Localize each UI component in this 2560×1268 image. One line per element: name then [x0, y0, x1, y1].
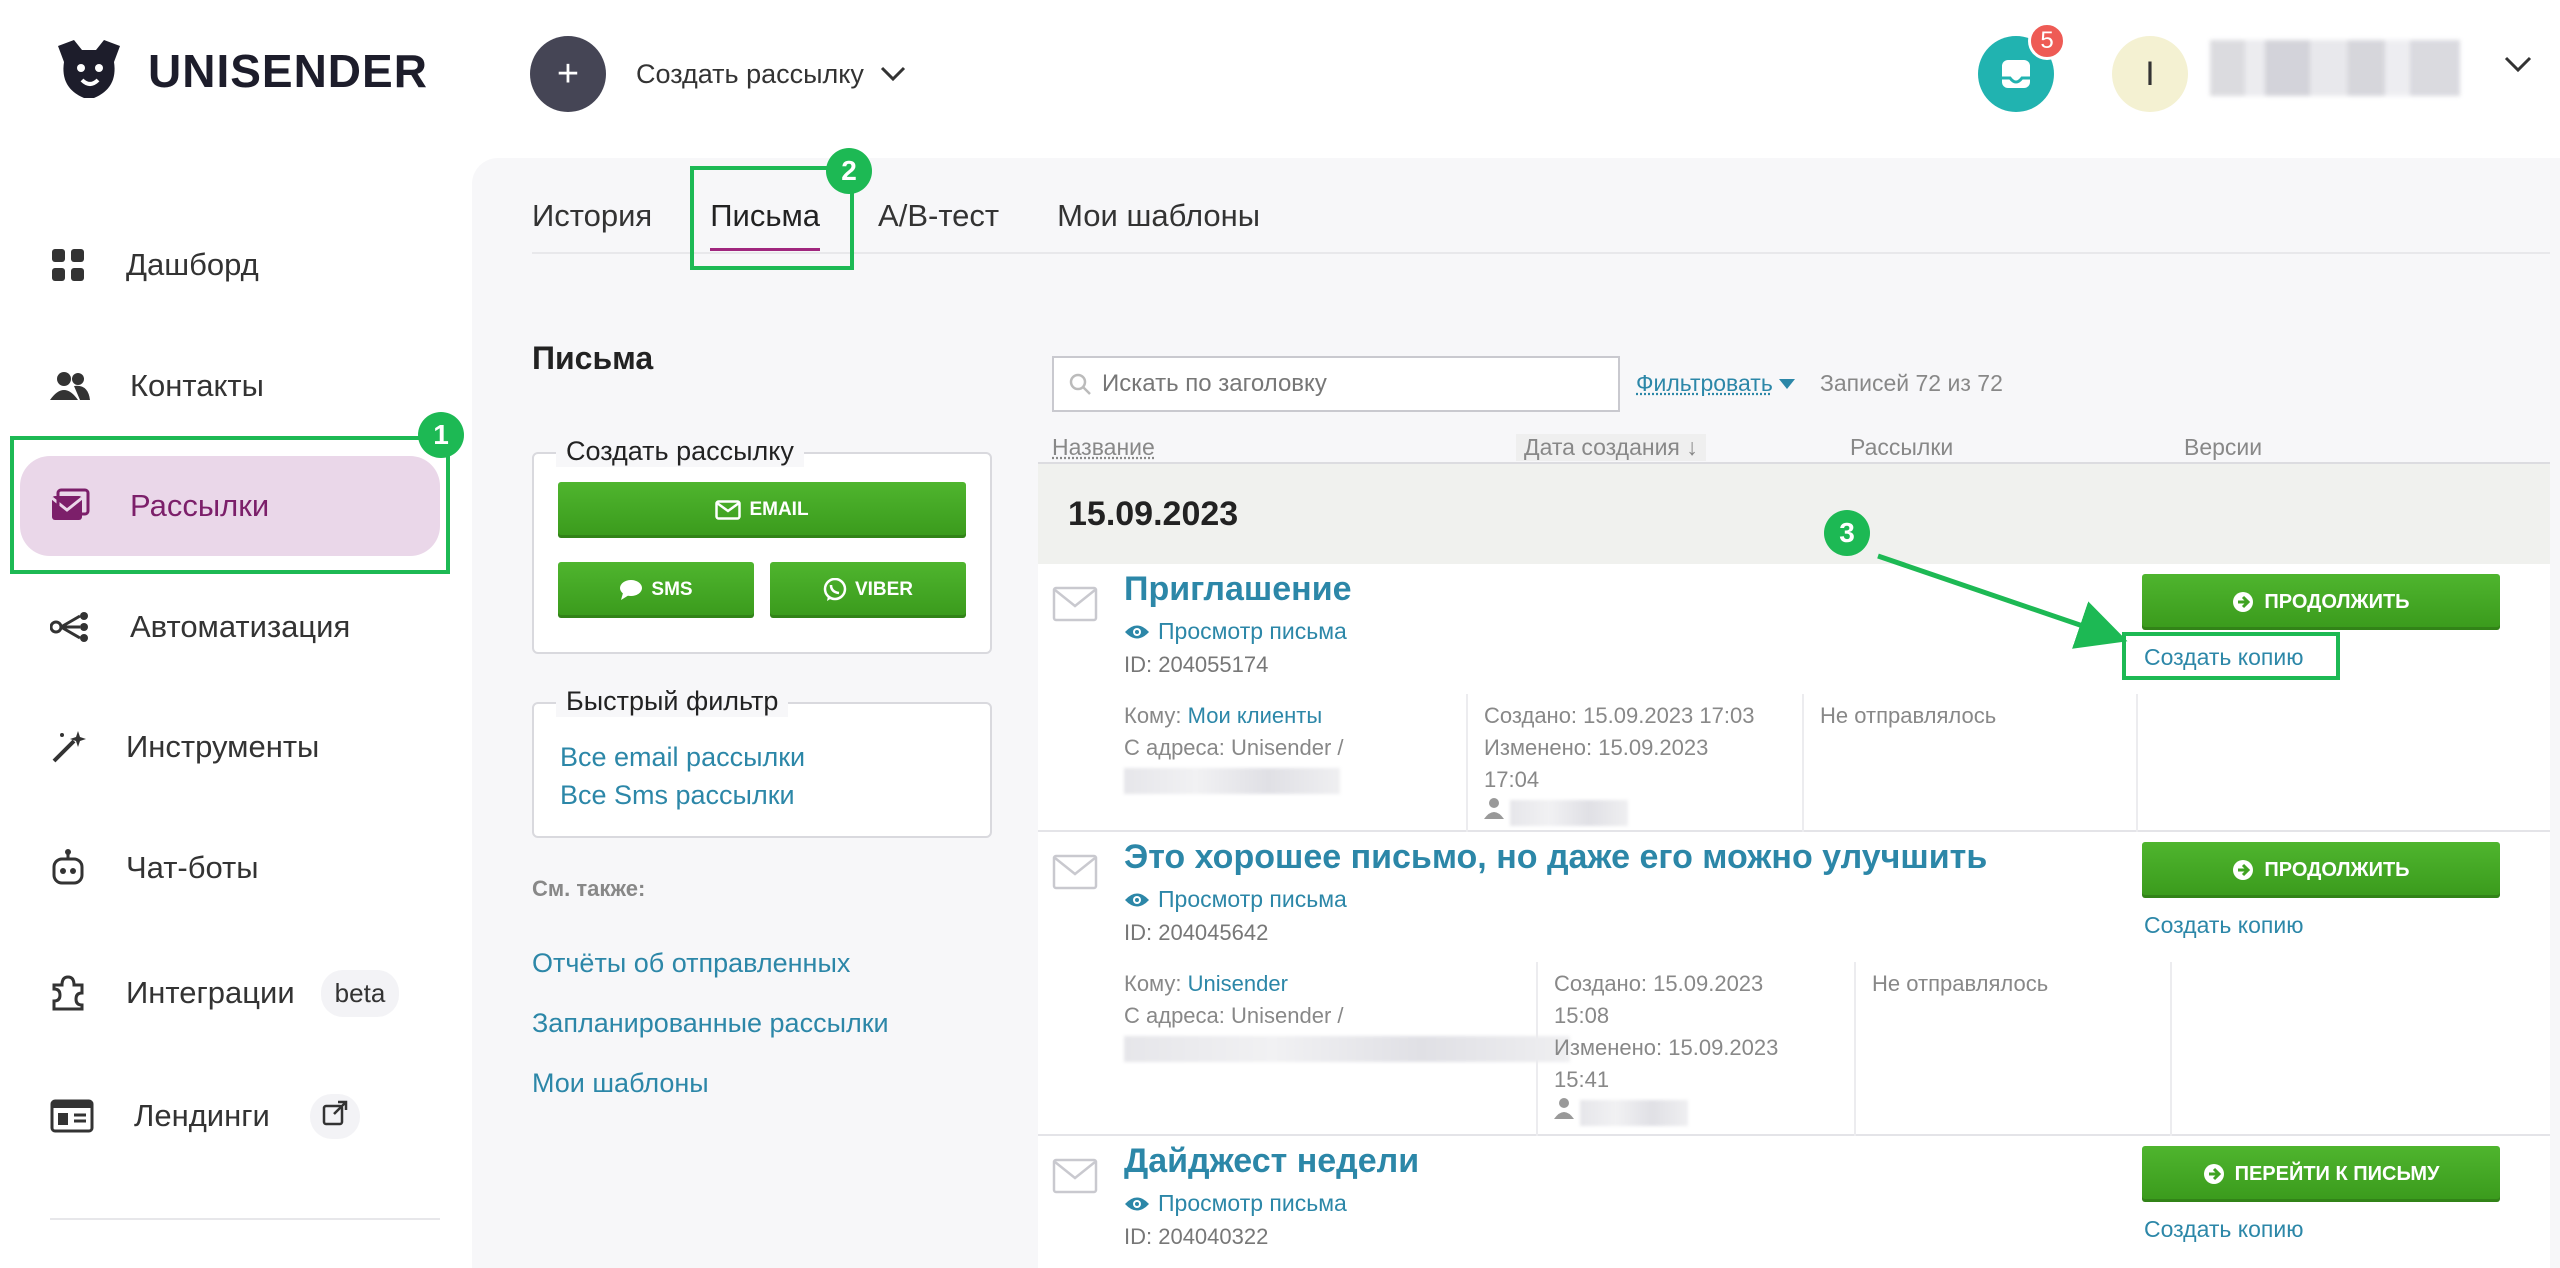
annotation-arrow [1877, 553, 2128, 649]
